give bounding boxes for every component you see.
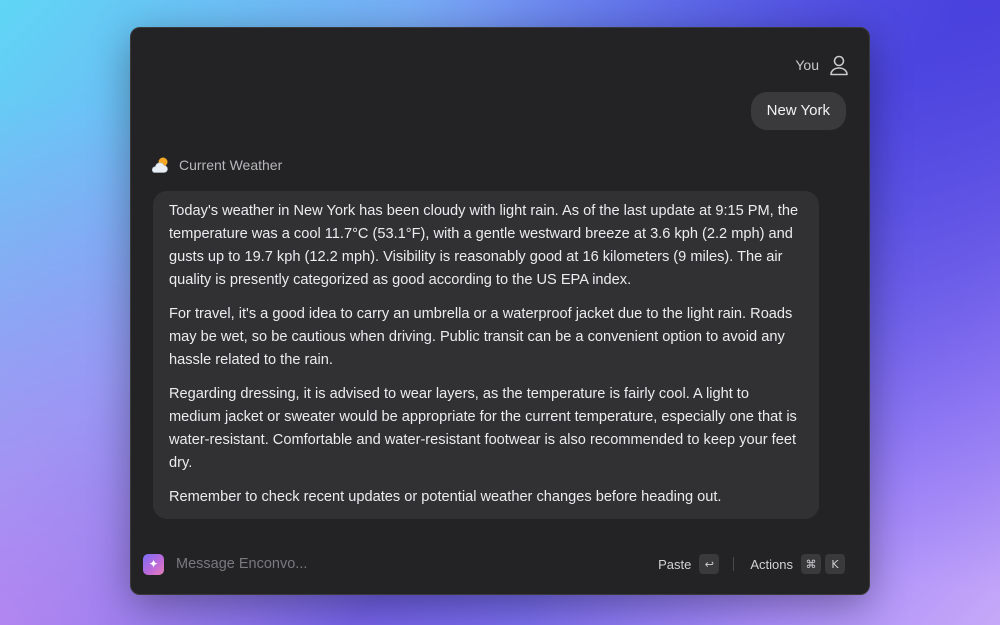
paste-label: Paste: [658, 556, 692, 572]
user-header: You: [795, 54, 849, 76]
tool-label: Current Weather: [179, 157, 283, 173]
chat-window: You New York Current Weather Today's wea…: [130, 27, 870, 595]
partly-cloudy-icon: [149, 156, 171, 174]
assistant-paragraph: Remember to check recent updates or pote…: [169, 489, 722, 505]
command-key-icon: ⌘: [801, 554, 821, 574]
actions-label: Actions: [750, 556, 793, 572]
user-name: You: [795, 57, 819, 73]
assistant-paragraph: Today's weather in New York has been clo…: [169, 203, 799, 288]
user-message-bubble: New York: [750, 92, 846, 130]
assistant-message-bubble: Today's weather in New York has been clo…: [153, 191, 819, 519]
paste-button[interactable]: Paste ↩: [658, 554, 720, 574]
sparkle-app-icon[interactable]: ✦: [143, 553, 164, 575]
actions-button[interactable]: Actions ⌘ K: [750, 554, 845, 574]
message-input[interactable]: [176, 556, 659, 572]
tool-header: Current Weather: [149, 156, 282, 174]
return-key-icon: ↩: [699, 554, 720, 574]
k-key: K: [825, 554, 845, 574]
person-icon: [829, 54, 849, 76]
divider: [733, 557, 735, 571]
assistant-paragraph: For travel, it's a good idea to carry an…: [169, 306, 793, 368]
composer-actions: Paste ↩ Actions ⌘ K: [658, 554, 845, 574]
assistant-paragraph: Regarding dressing, it is advised to wea…: [169, 386, 797, 471]
composer-bar: ✦ Paste ↩ Actions ⌘ K: [143, 552, 845, 576]
